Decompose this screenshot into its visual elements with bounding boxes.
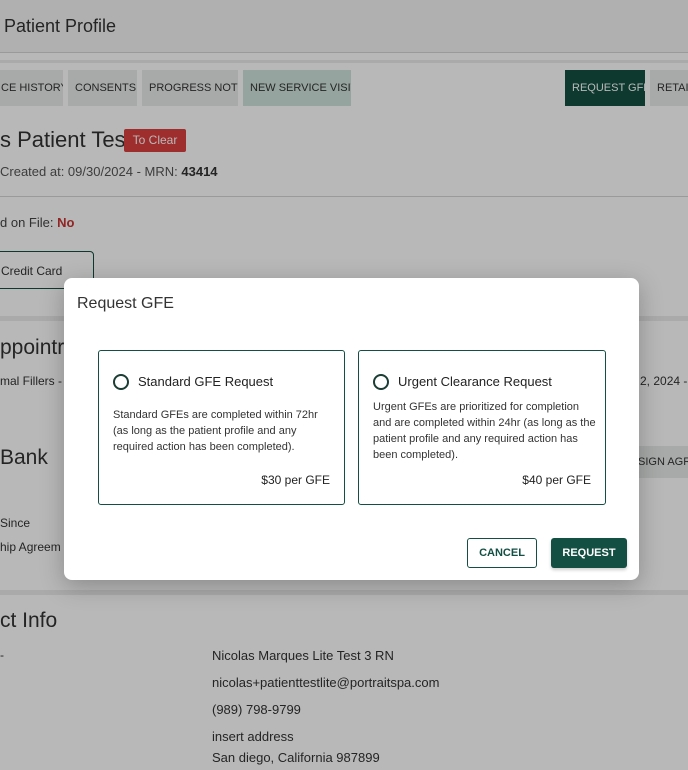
urgent-clearance-option[interactable]: Urgent Clearance Request Urgent GFEs are… [358, 350, 606, 505]
urgent-clearance-title: Urgent Clearance Request [398, 374, 552, 389]
standard-gfe-description: Standard GFEs are completed within 72hr … [113, 409, 318, 453]
standard-gfe-price: $30 per GFE [261, 473, 330, 487]
standard-gfe-option[interactable]: Standard GFE Request Standard GFEs are c… [98, 350, 345, 505]
urgent-clearance-description: Urgent GFEs are prioritized for completi… [373, 401, 596, 461]
request-button[interactable]: REQUEST [551, 538, 627, 568]
cancel-button[interactable]: CANCEL [467, 538, 537, 568]
urgent-clearance-price: $40 per GFE [522, 473, 591, 487]
urgent-clearance-radio[interactable] [373, 374, 389, 390]
request-gfe-dialog: Request GFE Standard GFE Request Standar… [64, 278, 639, 580]
dialog-title: Request GFE [77, 295, 174, 312]
standard-gfe-radio[interactable] [113, 374, 129, 390]
standard-gfe-title: Standard GFE Request [138, 374, 274, 389]
